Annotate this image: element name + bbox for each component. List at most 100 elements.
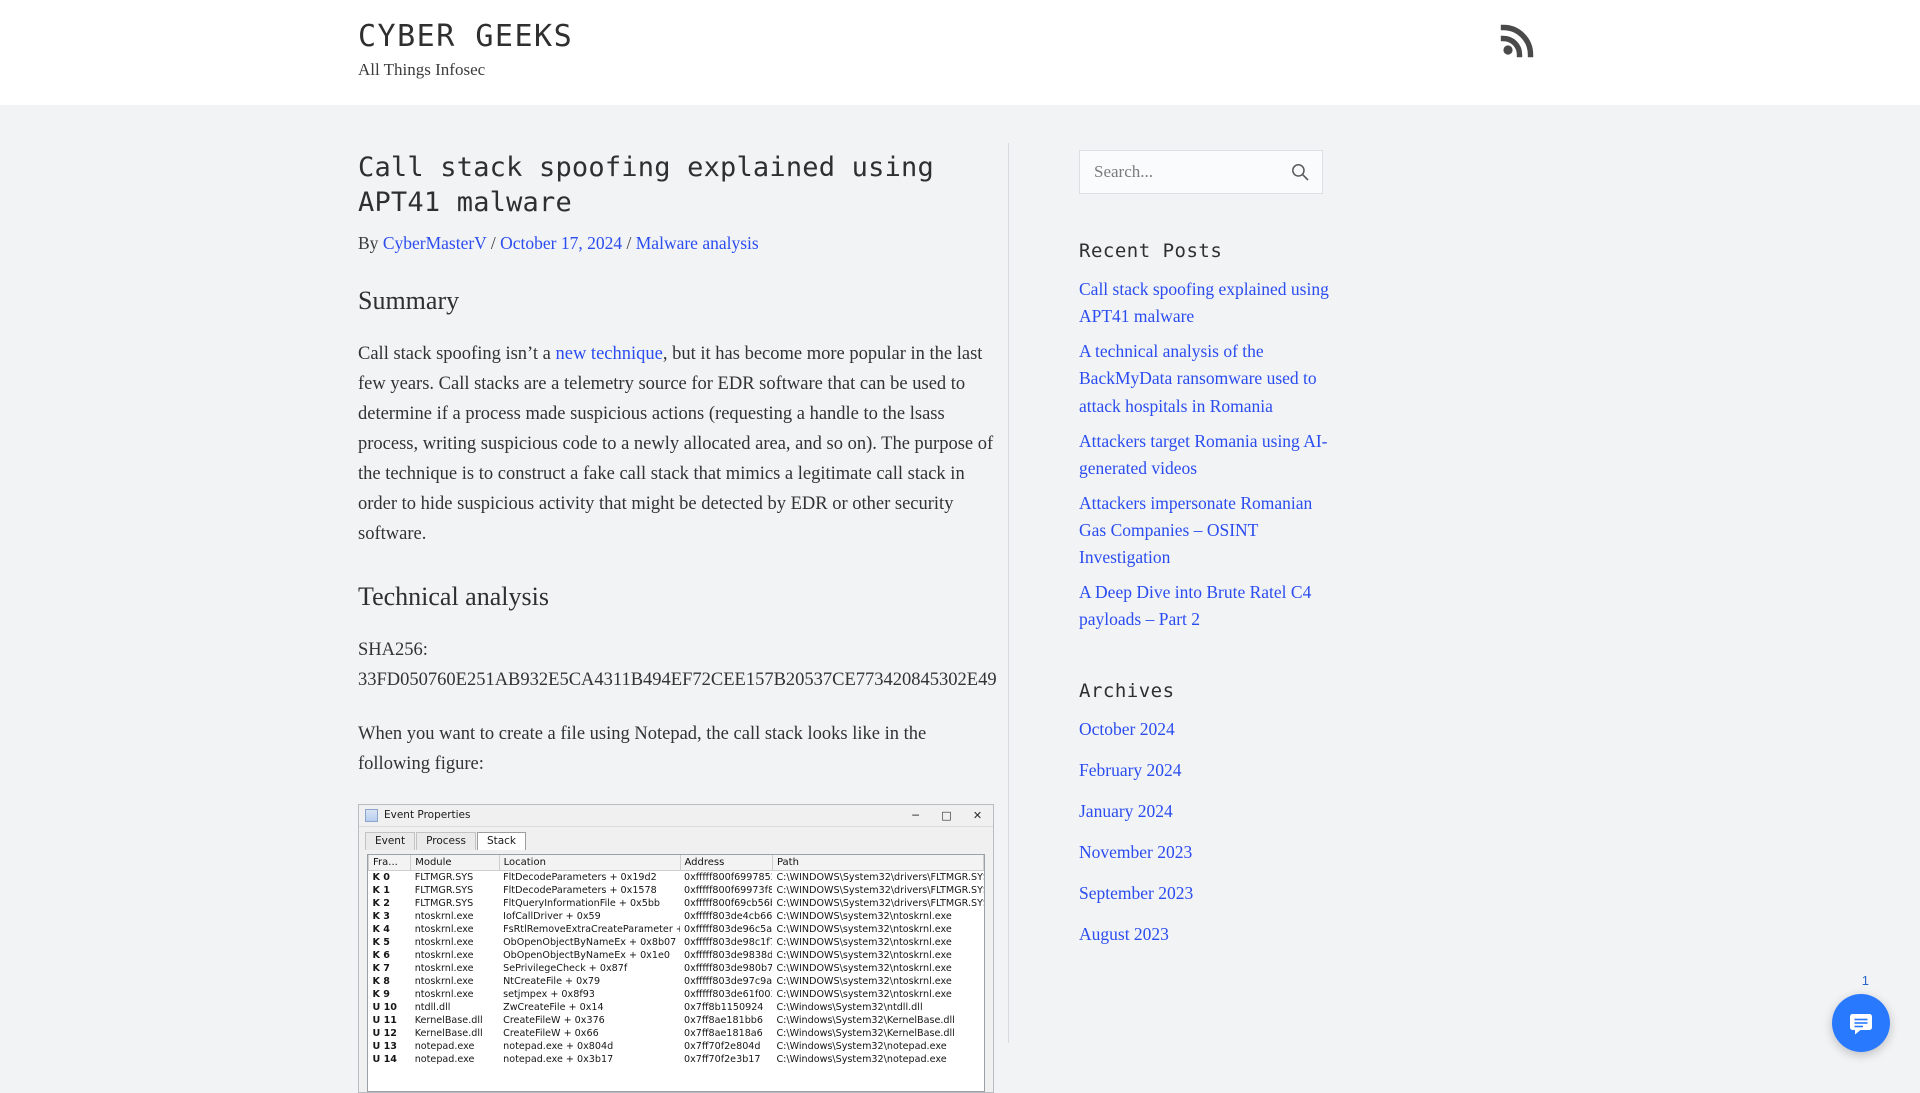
- cell-location: notepad.exe + 0x804d: [499, 1040, 680, 1053]
- recent-post-link[interactable]: Attackers impersonate Romanian Gas Compa…: [1079, 490, 1329, 571]
- column-header-location[interactable]: Location: [499, 855, 680, 871]
- stack-table-panel[interactable]: Fra... Module Location Address Path K 0F…: [367, 854, 985, 1092]
- summary-text-after-link: , but it has become more popular in the …: [358, 344, 993, 544]
- table-row[interactable]: K 6ntoskrnl.exeObOpenObjectByNameEx + 0x…: [369, 949, 984, 962]
- table-row[interactable]: U 10ntdll.dllZwCreateFile + 0x140x7ff8b1…: [369, 1001, 984, 1014]
- archive-link[interactable]: January 2024: [1079, 798, 1173, 825]
- column-header-module[interactable]: Module: [411, 855, 499, 871]
- cell-location: FltDecodeParameters + 0x1578: [499, 884, 680, 897]
- archive-link[interactable]: September 2023: [1079, 880, 1193, 907]
- cell-module: FLTMGR.SYS: [411, 870, 499, 884]
- cell-path: C:\WINDOWS\system32\ntoskrnl.exe: [772, 936, 983, 949]
- cell-path: C:\WINDOWS\system32\ntoskrnl.exe: [772, 949, 983, 962]
- list-item: September 2023: [1079, 880, 1369, 907]
- post-date-link[interactable]: October 17, 2024: [500, 233, 622, 253]
- table-row[interactable]: K 1FLTMGR.SYSFltDecodeParameters + 0x157…: [369, 884, 984, 897]
- column-header-frame[interactable]: Fra...: [369, 855, 411, 871]
- sha256-paragraph: SHA256: 33FD050760E251AB932E5CA4311B494E…: [358, 636, 998, 696]
- cell-frame: K 4: [369, 923, 411, 936]
- event-properties-figure: Event Properties ─ □ ✕ Event Process Sta…: [358, 804, 994, 1093]
- archive-link[interactable]: August 2023: [1079, 921, 1169, 948]
- archives-title: Archives: [1079, 680, 1369, 702]
- cell-location: IofCallDriver + 0x59: [499, 910, 680, 923]
- table-row[interactable]: K 2FLTMGR.SYSFltQueryInformationFile + 0…: [369, 897, 984, 910]
- tab-event[interactable]: Event: [365, 832, 415, 850]
- cell-location: setjmpex + 0x8f93: [499, 988, 680, 1001]
- table-row[interactable]: U 12KernelBase.dllCreateFileW + 0x660x7f…: [369, 1027, 984, 1040]
- table-row[interactable]: U 11KernelBase.dllCreateFileW + 0x3760x7…: [369, 1014, 984, 1027]
- archive-link[interactable]: October 2024: [1079, 716, 1175, 743]
- site-title[interactable]: CYBER GEEKS: [358, 18, 573, 56]
- recent-post-link[interactable]: A Deep Dive into Brute Ratel C4 payloads…: [1079, 579, 1329, 633]
- cell-path: C:\Windows\System32\notepad.exe: [772, 1053, 983, 1066]
- table-row[interactable]: U 13notepad.exenotepad.exe + 0x804d0x7ff…: [369, 1040, 984, 1053]
- table-row[interactable]: K 3ntoskrnl.exeIofCallDriver + 0x590xfff…: [369, 910, 984, 923]
- search-icon[interactable]: [1288, 162, 1312, 182]
- table-row[interactable]: K 5ntoskrnl.exeObOpenObjectByNameEx + 0x…: [369, 936, 984, 949]
- table-row[interactable]: K 7ntoskrnl.exeSePrivilegeCheck + 0x87f0…: [369, 962, 984, 975]
- main-content: Call stack spoofing explained using APT4…: [0, 105, 1008, 1080]
- page-title: Call stack spoofing explained using APT4…: [358, 150, 1008, 220]
- archive-link[interactable]: February 2024: [1079, 757, 1182, 784]
- cell-path: C:\WINDOWS\System32\drivers\FLTMGR.SYS: [772, 870, 983, 884]
- cell-module: KernelBase.dll: [411, 1014, 499, 1027]
- page-wrap: Call stack spoofing explained using APT4…: [0, 105, 1920, 1080]
- cell-address: 0xfffff803de4cb669: [680, 910, 772, 923]
- recent-post-link[interactable]: Attackers target Romania using AI-genera…: [1079, 428, 1329, 482]
- new-technique-link[interactable]: new technique: [555, 344, 662, 364]
- tab-process[interactable]: Process: [416, 832, 476, 850]
- list-item: A technical analysis of the BackMyData r…: [1079, 338, 1369, 419]
- search-form[interactable]: [1079, 150, 1323, 194]
- post-author-link[interactable]: CyberMasterV: [383, 233, 487, 253]
- site-branding[interactable]: CYBER GEEKS All Things Infosec: [358, 18, 573, 80]
- close-button[interactable]: ✕: [962, 805, 993, 826]
- column-header-address[interactable]: Address: [680, 855, 772, 871]
- recent-post-link[interactable]: Call stack spoofing explained using APT4…: [1079, 276, 1329, 330]
- table-row[interactable]: K 9ntoskrnl.exesetjmpex + 0x8f930xfffff8…: [369, 988, 984, 1001]
- cell-module: ntoskrnl.exe: [411, 949, 499, 962]
- table-row[interactable]: K 0FLTMGR.SYSFltDecodeParameters + 0x19d…: [369, 870, 984, 884]
- minimize-button[interactable]: ─: [900, 805, 931, 826]
- cell-location: ObOpenObjectByNameEx + 0x1e0: [499, 949, 680, 962]
- cell-address: 0xfffff803de61f003: [680, 988, 772, 1001]
- cell-frame: U 13: [369, 1040, 411, 1053]
- recent-post-link[interactable]: A technical analysis of the BackMyData r…: [1079, 338, 1329, 419]
- meta-separator-2: /: [627, 233, 632, 253]
- maximize-button[interactable]: □: [931, 805, 962, 826]
- post-category-link[interactable]: Malware analysis: [636, 233, 759, 253]
- event-properties-icon: [365, 809, 378, 822]
- cell-module: KernelBase.dll: [411, 1027, 499, 1040]
- rss-icon[interactable]: [1496, 16, 1542, 62]
- chat-bubble-icon[interactable]: [1832, 994, 1890, 1052]
- cell-address: 0x7ff70f2e804d: [680, 1040, 772, 1053]
- cell-frame: K 9: [369, 988, 411, 1001]
- cell-location: ZwCreateFile + 0x14: [499, 1001, 680, 1014]
- archive-link[interactable]: November 2023: [1079, 839, 1192, 866]
- recent-posts-list: Call stack spoofing explained using APT4…: [1079, 276, 1369, 634]
- cell-location: FltQueryInformationFile + 0x5bb: [499, 897, 680, 910]
- by-label: By: [358, 233, 378, 253]
- column-header-path[interactable]: Path: [772, 855, 983, 871]
- cell-module: notepad.exe: [411, 1053, 499, 1066]
- site-header: CYBER GEEKS All Things Infosec: [0, 0, 1920, 105]
- cell-frame: U 11: [369, 1014, 411, 1027]
- table-row[interactable]: U 14notepad.exenotepad.exe + 0x3b170x7ff…: [369, 1053, 984, 1066]
- list-item: February 2024: [1079, 757, 1369, 784]
- cell-path: C:\WINDOWS\system32\ntoskrnl.exe: [772, 962, 983, 975]
- stack-table-body: K 0FLTMGR.SYSFltDecodeParameters + 0x19d…: [369, 870, 984, 1066]
- cell-location: NtCreateFile + 0x79: [499, 975, 680, 988]
- cell-address: 0x7ff8ae181bb6: [680, 1014, 772, 1027]
- search-input[interactable]: [1094, 162, 1288, 182]
- summary-paragraph: Call stack spoofing isn’t a new techniqu…: [358, 340, 998, 550]
- cell-frame: K 0: [369, 870, 411, 884]
- table-row[interactable]: K 4ntoskrnl.exeFsRtlRemoveExtraCreatePar…: [369, 923, 984, 936]
- recent-posts-title: Recent Posts: [1079, 240, 1369, 262]
- cell-module: ntdll.dll: [411, 1001, 499, 1014]
- cell-path: C:\WINDOWS\System32\drivers\FLTMGR.SYS: [772, 884, 983, 897]
- cell-path: C:\Windows\System32\ntdll.dll: [772, 1001, 983, 1014]
- tab-stack[interactable]: Stack: [477, 832, 526, 850]
- table-row[interactable]: K 8ntoskrnl.exeNtCreateFile + 0x790xffff…: [369, 975, 984, 988]
- cell-path: C:\Windows\System32\KernelBase.dll: [772, 1027, 983, 1040]
- cell-frame: K 3: [369, 910, 411, 923]
- stack-table-header-row: Fra... Module Location Address Path: [369, 855, 984, 871]
